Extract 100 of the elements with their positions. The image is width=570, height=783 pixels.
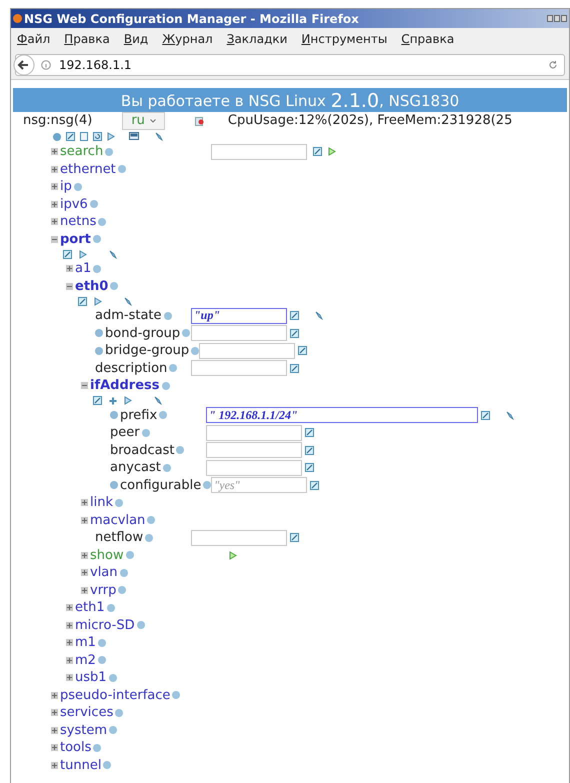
menu-item[interactable]: Справка: [401, 30, 454, 48]
help-icon[interactable]: [106, 604, 115, 612]
value-field[interactable]: "up": [191, 308, 287, 324]
node-label[interactable]: a1: [75, 262, 92, 276]
help-icon[interactable]: [53, 132, 61, 140]
help-icon[interactable]: [90, 200, 98, 208]
window-controls-icon[interactable]: [547, 15, 567, 22]
help-icon[interactable]: [162, 464, 171, 472]
value-field[interactable]: [191, 530, 287, 546]
node-label[interactable]: netns: [60, 215, 96, 228]
command-label[interactable]: search: [60, 145, 104, 158]
edit-icon[interactable]: [305, 463, 314, 472]
node-label[interactable]: macvlan: [90, 514, 146, 527]
node-label[interactable]: services: [60, 706, 114, 720]
edit-icon[interactable]: [93, 396, 102, 405]
help-icon[interactable]: [98, 218, 106, 226]
run-icon[interactable]: [328, 147, 336, 156]
node-label[interactable]: ip: [60, 180, 72, 194]
node-label[interactable]: link: [90, 496, 113, 510]
edit-icon[interactable]: [66, 132, 75, 141]
value-field[interactable]: [206, 460, 302, 476]
info-icon[interactable]: [41, 60, 51, 70]
help-icon[interactable]: [120, 568, 128, 577]
expand-icon[interactable]: [66, 674, 73, 682]
help-icon[interactable]: [126, 551, 134, 560]
expand-icon[interactable]: [51, 762, 58, 769]
expand-icon[interactable]: [66, 639, 73, 646]
node-label[interactable]: m1: [75, 636, 96, 650]
help-icon[interactable]: [93, 744, 102, 752]
node-label[interactable]: ifAddress: [90, 379, 160, 392]
node-label[interactable]: tools: [60, 741, 92, 754]
expand-icon[interactable]: [81, 499, 88, 506]
help-icon[interactable]: [98, 638, 106, 647]
collapse-icon[interactable]: [81, 382, 88, 390]
run-icon[interactable]: [94, 296, 102, 306]
reload-icon[interactable]: [548, 60, 558, 70]
help-icon[interactable]: [74, 182, 82, 191]
node-label[interactable]: system: [60, 724, 107, 737]
expand-icon[interactable]: [51, 692, 58, 699]
edit-icon[interactable]: [481, 410, 490, 420]
help-icon[interactable]: [145, 534, 154, 542]
value-field[interactable]: [191, 360, 287, 376]
node-label[interactable]: usb1: [75, 671, 107, 684]
value-field[interactable]: [211, 144, 308, 160]
pin-icon[interactable]: [124, 296, 133, 306]
help-icon[interactable]: [164, 312, 172, 320]
value-field[interactable]: [206, 442, 302, 458]
command-label[interactable]: show: [90, 548, 124, 562]
help-icon[interactable]: [103, 761, 112, 770]
menu-item[interactable]: Правка: [64, 30, 110, 48]
edit-icon[interactable]: [78, 296, 87, 306]
edit-icon[interactable]: [305, 446, 314, 455]
help-icon[interactable]: [92, 235, 101, 244]
help-icon[interactable]: [191, 346, 200, 355]
help-icon[interactable]: [93, 264, 102, 273]
back-icon[interactable]: [13, 54, 35, 76]
expand-icon[interactable]: [66, 604, 73, 612]
run-icon[interactable]: [228, 550, 237, 560]
menu-item[interactable]: Вид: [124, 30, 148, 48]
document-icon[interactable]: [80, 132, 88, 141]
refresh-icon[interactable]: [93, 132, 102, 141]
address-bar[interactable]: 192.168.1.1: [15, 54, 565, 76]
edit-icon[interactable]: [310, 480, 320, 490]
expand-icon[interactable]: [81, 586, 88, 594]
run-icon[interactable]: [79, 250, 87, 258]
pin-icon[interactable]: [155, 132, 164, 141]
value-field[interactable]: [206, 424, 302, 441]
edit-icon[interactable]: [290, 311, 299, 320]
expand-icon[interactable]: [51, 709, 58, 716]
node-label[interactable]: eth0: [75, 280, 108, 293]
value-field[interactable]: " 192.168.1.1/24": [206, 407, 478, 424]
menu-item[interactable]: Файл: [17, 30, 50, 48]
expand-icon[interactable]: [81, 516, 88, 524]
pin-icon[interactable]: [109, 250, 118, 258]
help-icon[interactable]: [105, 148, 114, 156]
help-icon[interactable]: [118, 165, 126, 174]
help-icon[interactable]: [136, 621, 145, 630]
help-icon[interactable]: [182, 329, 190, 338]
help-icon[interactable]: [115, 708, 124, 717]
help-icon[interactable]: [108, 674, 117, 682]
node-label[interactable]: ethernet: [60, 162, 116, 176]
edit-icon[interactable]: [298, 346, 308, 356]
node-label[interactable]: vlan: [90, 566, 118, 580]
help-icon[interactable]: [169, 364, 178, 372]
help-icon[interactable]: [176, 446, 184, 454]
logout-icon[interactable]: [194, 116, 204, 126]
help-icon[interactable]: [159, 411, 168, 420]
menu-item[interactable]: Инструменты: [301, 30, 388, 48]
help-icon[interactable]: [110, 282, 118, 290]
help-icon[interactable]: [98, 656, 106, 664]
expand-icon[interactable]: [51, 744, 58, 752]
help-icon[interactable]: [115, 498, 123, 507]
help-icon[interactable]: [203, 481, 212, 490]
value-field[interactable]: [191, 325, 287, 342]
help-icon[interactable]: [109, 726, 117, 734]
help-icon[interactable]: [147, 516, 156, 524]
expand-icon[interactable]: [51, 166, 58, 173]
expand-icon[interactable]: [66, 265, 73, 272]
help-icon[interactable]: [142, 428, 150, 437]
menu-item[interactable]: Закладки: [226, 30, 288, 48]
